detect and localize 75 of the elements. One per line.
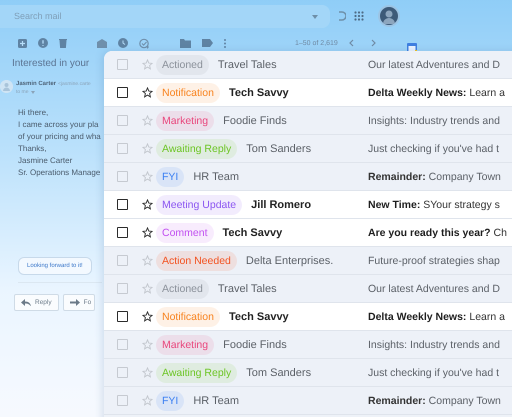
folder-icon[interactable] bbox=[180, 38, 191, 48]
label-tag: FYI bbox=[156, 390, 184, 410]
body-text: Hi there, bbox=[18, 107, 50, 118]
add-task-icon[interactable] bbox=[139, 38, 150, 48]
star-icon[interactable] bbox=[142, 311, 153, 322]
label-tag: FYI bbox=[156, 166, 184, 186]
label-icon[interactable] bbox=[202, 39, 213, 47]
email-row[interactable]: Meeting Update Jill Romero New Time: SYour strategy s bbox=[104, 191, 512, 219]
sender-name: Travel Tales bbox=[218, 282, 277, 294]
label-tag: Meeting Update bbox=[156, 194, 242, 214]
label-tag: Marketing bbox=[156, 110, 214, 130]
sender-avatar bbox=[0, 80, 13, 93]
clock-icon[interactable] bbox=[118, 38, 128, 48]
sender-name: HR Team bbox=[193, 394, 239, 406]
email-subject: Our latest Adventures and D bbox=[368, 58, 500, 70]
sender-name: Tech Savvy bbox=[228, 310, 289, 322]
dropdown-icon[interactable] bbox=[30, 90, 35, 94]
body-text: Thanks, bbox=[18, 143, 48, 154]
email-subject: Future-proof strategies shap bbox=[368, 254, 500, 266]
body-text: I came across your pla bbox=[18, 119, 100, 130]
email-subject: Insights: Industry trends and bbox=[368, 338, 500, 350]
label-tag: Actioned bbox=[156, 54, 209, 74]
email-subject: Are you ready this year? Ch bbox=[368, 226, 507, 238]
apps-grid-icon[interactable] bbox=[354, 11, 364, 21]
email-row[interactable]: Notification Tech Savvy Delta Weekly News: Learn a bbox=[104, 79, 512, 107]
trash-icon[interactable] bbox=[59, 38, 67, 48]
checkbox[interactable] bbox=[117, 87, 128, 98]
archive-icon[interactable] bbox=[18, 38, 27, 48]
label-tag: Notification bbox=[156, 306, 220, 326]
body-text: Jasmine Carter bbox=[18, 155, 74, 166]
forward-icon bbox=[70, 299, 80, 306]
email-subject: Remainder: Company Town bbox=[368, 394, 501, 406]
sender-name: Delta Enterprises. bbox=[246, 254, 334, 266]
label-tag: Notification bbox=[156, 82, 220, 102]
search-field[interactable]: Search mail bbox=[0, 4, 330, 28]
label-tag: Marketing bbox=[156, 334, 214, 354]
email-subject: New Time: SYour strategy s bbox=[368, 198, 500, 210]
sender-name: Tech Savvy bbox=[222, 226, 282, 238]
sender-name: Travel Tales bbox=[218, 58, 277, 70]
label-tag: Awaiting Reply bbox=[156, 362, 238, 382]
sender-name: HR Team bbox=[193, 170, 239, 182]
avatar[interactable] bbox=[378, 5, 400, 27]
email-subject: Insights: Industry trends and bbox=[368, 114, 500, 126]
body-text: of your pricing and wha bbox=[18, 131, 102, 142]
label-tag: Comment bbox=[156, 222, 214, 242]
email-subject: Just checking if you've had t bbox=[368, 366, 499, 378]
sender-name: Tech Savvy bbox=[228, 86, 289, 98]
sender-name: Foodie Finds bbox=[223, 114, 287, 126]
email-subject: Just checking if you've had t bbox=[368, 142, 499, 154]
email-subject: Our latest Adventures and D bbox=[368, 282, 500, 294]
label-tag: Action Needed bbox=[156, 250, 237, 270]
email-subject: Remainder: Company Town bbox=[368, 170, 501, 182]
reply-icon bbox=[21, 299, 31, 306]
checkbox[interactable] bbox=[117, 227, 128, 238]
email-row[interactable]: Notification Tech Savvy Delta Weekly News: Learn a bbox=[104, 303, 512, 331]
email-subject: Delta Weekly News: Learn a bbox=[368, 86, 505, 98]
star-icon[interactable] bbox=[142, 227, 153, 238]
sender-name: Tom Sanders bbox=[246, 142, 312, 154]
report-icon[interactable] bbox=[38, 38, 48, 48]
checkbox[interactable] bbox=[117, 311, 128, 322]
body-text: Sr. Operations Manage bbox=[18, 167, 102, 178]
email-subject: Delta Weekly News: Learn a bbox=[368, 310, 505, 322]
dropdown-icon[interactable] bbox=[312, 14, 318, 18]
sender-name: Foodie Finds bbox=[223, 338, 287, 350]
email-row[interactable]: Comment Tech Savvy Are you ready this year? Ch bbox=[104, 219, 512, 247]
label-tag: Awaiting Reply bbox=[156, 138, 238, 158]
sender-name: Tom Sanders bbox=[246, 366, 312, 378]
sender-name: Jill Romero bbox=[251, 198, 312, 210]
checkbox[interactable] bbox=[117, 199, 128, 210]
email-subject: Interested in your bbox=[12, 58, 90, 69]
chevron-right-icon[interactable] bbox=[370, 39, 376, 47]
star-icon[interactable] bbox=[142, 199, 153, 210]
star-icon[interactable] bbox=[142, 87, 153, 98]
label-tag: Actioned bbox=[156, 278, 209, 298]
chevron-left-icon[interactable] bbox=[348, 39, 354, 47]
